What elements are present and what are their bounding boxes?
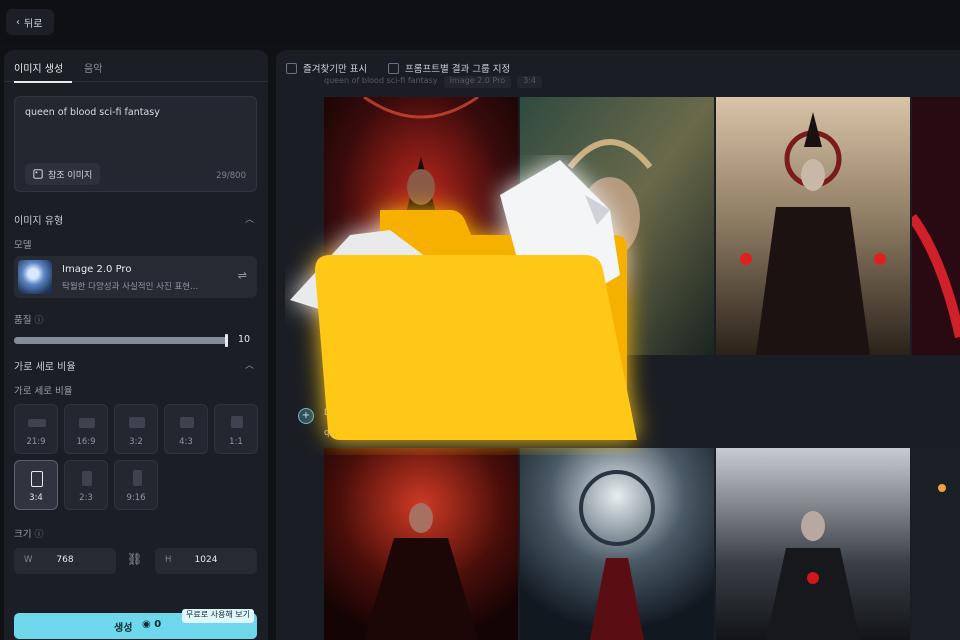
reference-image-label: 참조 이미지	[48, 170, 93, 181]
tab-image-generation[interactable]: 이미지 생성	[14, 60, 63, 75]
group-by-prompt-label: 프롬프트별 결과 그룹 지정	[405, 64, 511, 75]
tab-music[interactable]: 음악	[84, 60, 102, 75]
ratio-shape-icon	[31, 471, 43, 487]
collapse-icon[interactable]: ︿	[245, 212, 254, 225]
folder-icon	[290, 160, 637, 440]
meta-prompt: queen of blood sci-fi fantasy	[324, 76, 438, 85]
tab-bar: 이미지 생성 음악	[4, 50, 268, 83]
quality-label: 품질 ⓘ	[14, 312, 44, 326]
ratio-shape-icon	[180, 417, 194, 428]
result-image[interactable]	[912, 448, 960, 640]
ratio-label: 3:4	[29, 493, 43, 503]
generate-label: 생성	[114, 623, 133, 634]
model-description: 탁월한 다양성과 사실적인 사진 표현...	[62, 282, 199, 292]
favorites-only-label: 즐겨찾기만 표시	[303, 64, 368, 75]
ratio-1-1-button[interactable]: 1:1	[214, 404, 258, 454]
ratio-3-2-button[interactable]: 3:2	[114, 404, 158, 454]
character-count: 29/800	[216, 171, 246, 181]
coin-icon: ◉	[142, 619, 151, 630]
ratio-label: 9:16	[126, 493, 146, 503]
image-type-title: 이미지 유형	[14, 216, 64, 227]
back-button[interactable]: ‹ 뒤로	[6, 9, 55, 35]
width-input[interactable]: W 768	[14, 548, 116, 574]
ratio-shape-icon	[79, 418, 95, 428]
ratio-label: 3:2	[129, 437, 143, 447]
result-image[interactable]	[324, 448, 518, 640]
ratio-shape-icon	[133, 470, 142, 486]
quality-slider-fill	[14, 337, 228, 344]
model-selector[interactable]: Image 2.0 Pro 탁월한 다양성과 사실적인 사진 표현... ⇌	[14, 256, 257, 298]
ratio-shape-icon	[129, 417, 145, 428]
size-label: 크기 ⓘ	[14, 526, 44, 540]
ratio-label: 4:3	[179, 437, 193, 447]
generation-panel: 이미지 생성 음악 queen of blood sci-fi fantasy …	[4, 50, 268, 640]
sliders-icon[interactable]: ⇌	[238, 269, 247, 282]
model-thumbnail	[18, 260, 52, 294]
result-image[interactable]	[716, 448, 910, 640]
favorites-only-toggle[interactable]: 즐겨찾기만 표시	[286, 61, 367, 75]
height-input[interactable]: H 1024	[155, 548, 257, 574]
ratio-16-9-button[interactable]: 16:9	[64, 404, 108, 454]
model-label: 모델	[14, 240, 32, 251]
top-bar: ‹ 뒤로	[0, 0, 960, 44]
meta-model-tag: Image 2.0 Pro	[443, 76, 512, 88]
active-tab-indicator	[14, 81, 72, 83]
ratio-21-9-button[interactable]: 21:9	[14, 404, 58, 454]
credit-value: 0	[154, 619, 162, 630]
prompt-text[interactable]: queen of blood sci-fi fantasy	[25, 107, 160, 118]
meta-ratio-tag: 3:4	[517, 76, 542, 88]
result-image[interactable]	[716, 97, 910, 355]
free-trial-badge[interactable]: 무료로 사용해 보기	[182, 609, 254, 623]
ratio-9-16-button[interactable]: 9:16	[114, 460, 158, 510]
quality-value: 10	[238, 334, 251, 345]
result-image[interactable]	[912, 97, 960, 355]
ratio-label: 16:9	[76, 437, 96, 447]
chevron-left-icon: ‹	[16, 16, 20, 28]
quality-slider[interactable]	[14, 334, 228, 347]
credit-count: ◉ 0	[142, 619, 161, 630]
size-label-text: 크기	[14, 529, 32, 540]
generate-button[interactable]: 생성 ◉ 0 무료로 사용해 보기	[14, 609, 257, 639]
ratio-shape-icon	[231, 416, 243, 428]
result-meta-row: queen of blood sci-fi fantasy Image 2.0 …	[324, 76, 542, 88]
ratio-label: 1:1	[229, 437, 243, 447]
ratio-shape-icon	[82, 471, 92, 486]
info-icon[interactable]: ⓘ	[35, 316, 44, 326]
link-icon[interactable]: ⛓	[127, 552, 142, 566]
prompt-input[interactable]: queen of blood sci-fi fantasy 참조 이미지 29/…	[14, 96, 257, 192]
ratio-shape-icon	[28, 419, 46, 427]
ratio-3-4-button[interactable]: 3:4	[14, 460, 58, 510]
group-by-prompt-toggle[interactable]: 프롬프트별 결과 그룹 지정	[388, 61, 510, 75]
ratio-label: 21:9	[26, 437, 46, 447]
info-icon[interactable]: ⓘ	[35, 530, 44, 540]
width-value[interactable]: 768	[14, 555, 116, 565]
ratio-2-3-button[interactable]: 2:3	[64, 460, 108, 510]
aspect-ratio-sublabel: 가로 세로 비율	[14, 386, 73, 397]
quality-slider-handle[interactable]	[225, 334, 228, 347]
height-value[interactable]: 1024	[155, 555, 257, 565]
checkbox[interactable]	[388, 62, 399, 74]
model-name: Image 2.0 Pro	[62, 264, 132, 275]
back-label: 뒤로	[24, 18, 43, 30]
reference-image-button[interactable]: 참조 이미지	[25, 163, 101, 185]
result-image[interactable]	[520, 448, 714, 640]
ratio-label: 2:3	[79, 493, 93, 503]
checkbox[interactable]	[286, 62, 297, 74]
collapse-icon[interactable]: ︿	[245, 358, 254, 371]
aspect-ratio-title: 가로 세로 비율	[14, 362, 76, 373]
ratio-4-3-button[interactable]: 4:3	[164, 404, 208, 454]
quality-label-text: 품질	[14, 315, 32, 326]
image-add-icon	[33, 169, 43, 179]
